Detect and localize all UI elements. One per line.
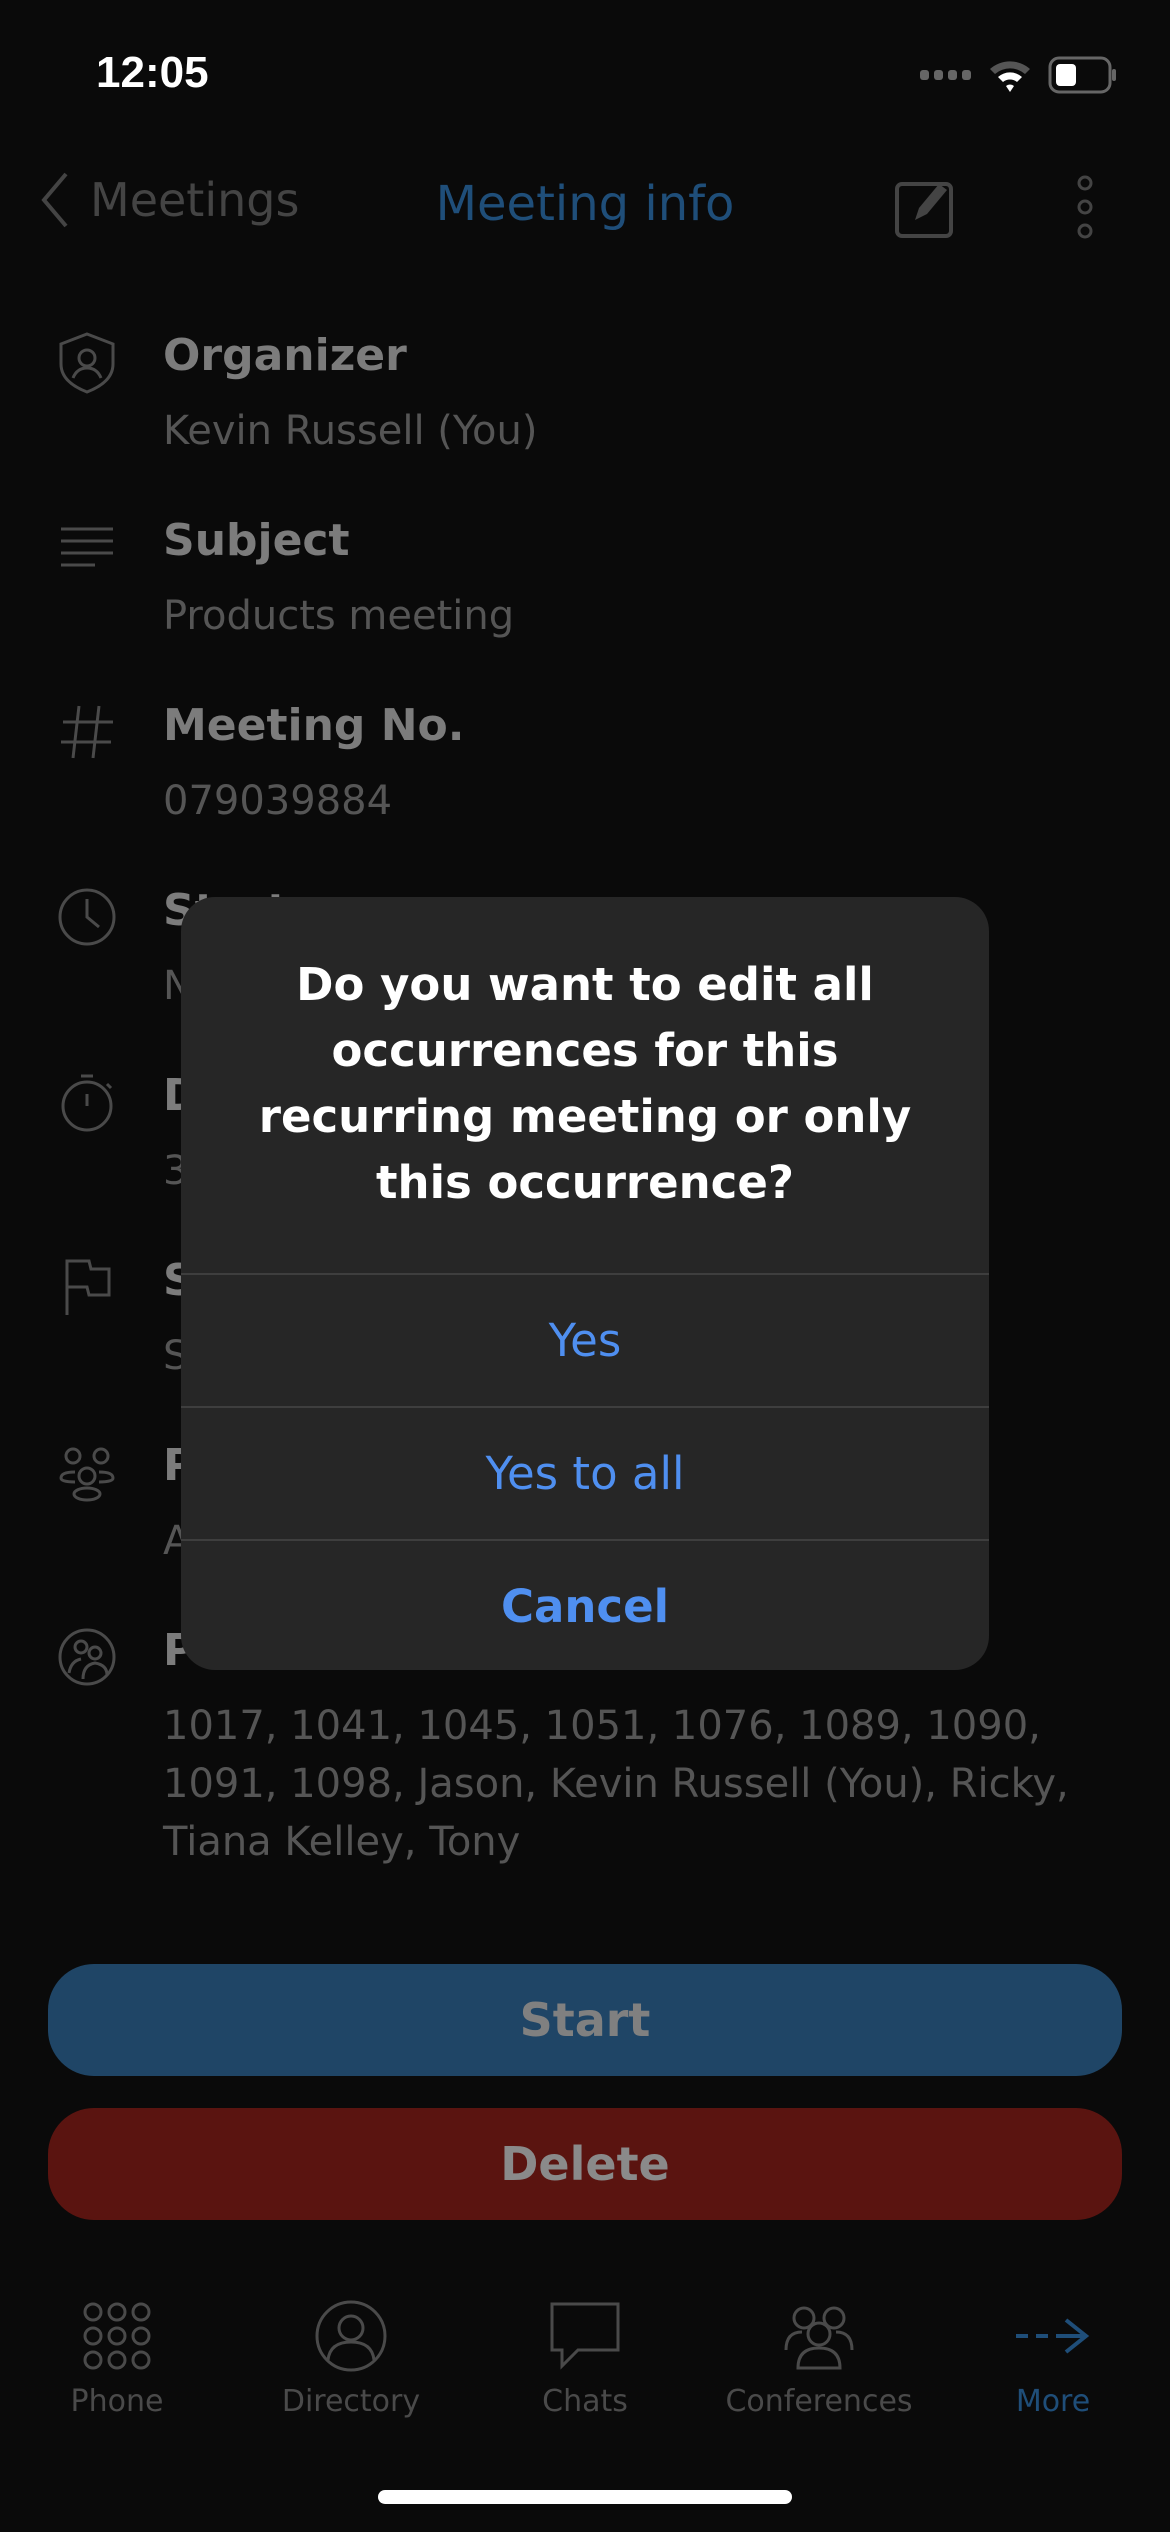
start-button[interactable]: Start bbox=[48, 1964, 1122, 2076]
info-value: 079039884 bbox=[163, 778, 393, 824]
tab-label: More bbox=[1015, 2384, 1091, 2419]
status-time: 12:05 bbox=[96, 48, 209, 97]
participants-icon bbox=[58, 1628, 116, 1686]
info-row: Meeting No. 079039884 bbox=[0, 700, 1170, 885]
cancel-button[interactable]: Cancel bbox=[181, 1539, 989, 1670]
info-row: Organizer Kevin Russell (You) bbox=[0, 330, 1170, 515]
tab-directory[interactable]: Directory bbox=[234, 2300, 468, 2419]
delete-button[interactable]: Delete bbox=[48, 2108, 1122, 2220]
info-value: 1017, 1041, 1045, 1051, 1076, 1089, 1090… bbox=[163, 1703, 1069, 1865]
info-label: Meeting No. bbox=[163, 700, 465, 751]
arrow-right-icon bbox=[1016, 2318, 1090, 2354]
info-value: Kevin Russell (You) bbox=[163, 408, 538, 454]
group-icon bbox=[59, 1447, 115, 1502]
back-label: Meetings bbox=[90, 173, 300, 227]
yes-to-all-button[interactable]: Yes to all bbox=[181, 1406, 989, 1539]
info-value: Products meeting bbox=[163, 593, 515, 639]
edit-icon[interactable] bbox=[895, 178, 955, 238]
flag-icon bbox=[65, 1259, 111, 1315]
info-label: Subject bbox=[163, 515, 350, 566]
chevron-left-icon bbox=[41, 172, 68, 228]
stopwatch-icon bbox=[61, 1074, 113, 1132]
tab-label: Phone bbox=[70, 2384, 164, 2419]
shield-user-icon bbox=[59, 332, 115, 394]
back-button[interactable]: Meetings bbox=[40, 172, 299, 228]
dialpad-icon bbox=[83, 2302, 151, 2370]
tab-label: Chats bbox=[542, 2384, 628, 2419]
tab-more[interactable]: More bbox=[936, 2300, 1170, 2419]
info-label: Organizer bbox=[163, 330, 407, 381]
more-vertical-icon[interactable] bbox=[1072, 175, 1098, 239]
yes-button[interactable]: Yes bbox=[181, 1273, 989, 1406]
tab-label: Directory bbox=[281, 2384, 421, 2419]
person-circle-icon bbox=[315, 2300, 387, 2372]
dialog-message: Do you want to edit all occurrences for … bbox=[258, 958, 912, 1209]
clock-icon bbox=[58, 888, 116, 946]
tab-label: Conferences bbox=[725, 2384, 913, 2419]
tab-phone[interactable]: Phone bbox=[0, 2300, 234, 2419]
hash-icon bbox=[61, 705, 113, 759]
battery-icon bbox=[1048, 56, 1116, 94]
conference-icon bbox=[784, 2306, 854, 2370]
wifi-icon bbox=[990, 61, 1030, 92]
home-indicator[interactable] bbox=[378, 2490, 792, 2504]
tab-chats[interactable]: Chats bbox=[468, 2300, 702, 2419]
text-lines-icon bbox=[61, 527, 113, 567]
signal-icon bbox=[920, 70, 971, 80]
info-row: Subject Products meeting bbox=[0, 515, 1170, 700]
status-icons bbox=[920, 56, 1118, 94]
chat-bubble-icon bbox=[550, 2302, 620, 2370]
tab-conferences[interactable]: Conferences bbox=[702, 2300, 936, 2419]
edit-occurrence-dialog: Do you want to edit all occurrences for … bbox=[181, 897, 989, 1670]
